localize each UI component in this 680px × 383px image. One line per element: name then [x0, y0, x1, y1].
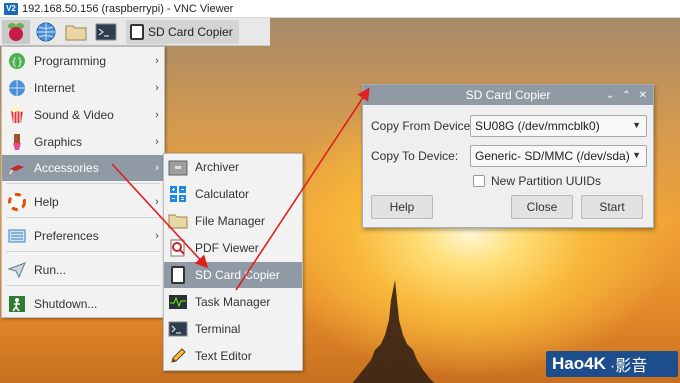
chevron-right-icon: › [155, 162, 159, 174]
chevron-right-icon: › [155, 109, 159, 121]
new-partition-checkbox[interactable] [473, 175, 485, 187]
menu-item-graphics[interactable]: Graphics › [2, 129, 164, 155]
settings-panel-icon [7, 226, 27, 246]
copy-from-dropdown[interactable]: SU08G (/dev/mmcblk0) ▼ [470, 115, 647, 137]
code-braces-icon: {} [7, 51, 27, 71]
dropdown-arrow-icon: ▼ [632, 150, 641, 160]
sd-card-icon [168, 265, 188, 285]
watermark-suffix: ·影音 [609, 358, 648, 375]
menu-divider [6, 251, 160, 252]
chevron-right-icon: › [155, 196, 159, 208]
accessories-submenu: Archiver Calculator File Manager PDF Vie… [163, 153, 303, 371]
raspberry-icon [8, 22, 24, 41]
close-icon[interactable]: ✕ [639, 90, 647, 101]
task-label: SD Card Copier [148, 24, 233, 39]
folder-icon [168, 211, 188, 231]
chevron-up-icon[interactable]: ⌃ [622, 90, 630, 101]
window-title: 192.168.50.156 (raspberrypi) - VNC Viewe… [22, 2, 234, 15]
menu-item-shutdown[interactable]: Shutdown... [2, 291, 164, 317]
menu-divider [6, 217, 160, 218]
dialog-titlebar[interactable]: SD Card Copier ⌄ ⌃ ✕ [363, 85, 653, 105]
menu-item-run[interactable]: Run... [2, 257, 164, 283]
new-partition-label: New Partition UUIDs [491, 174, 602, 188]
task-manager-icon [168, 292, 188, 312]
submenu-item-pdf-viewer[interactable]: PDF Viewer [164, 235, 302, 261]
help-button[interactable]: Help [371, 195, 433, 219]
pencil-icon [168, 346, 188, 366]
paper-plane-icon [7, 260, 27, 280]
copy-to-label: Copy To Device: [371, 149, 459, 163]
copy-from-label: Copy From Device: [371, 119, 474, 133]
close-button[interactable]: Close [511, 195, 573, 219]
dropdown-arrow-icon: ▼ [632, 120, 641, 130]
folder-icon [65, 25, 87, 40]
taskbar: SD Card Copier [0, 18, 270, 46]
copy-to-dropdown[interactable]: Generic- SD/MMC (/dev/sda) ▼ [470, 145, 647, 167]
pdf-viewer-icon [168, 238, 188, 258]
submenu-item-task-manager[interactable]: Task Manager [164, 289, 302, 315]
vnc-logo-icon: V2 [4, 2, 18, 15]
swiss-knife-icon [7, 158, 27, 178]
lifebuoy-icon [7, 192, 27, 212]
menu-item-sound-video[interactable]: Sound & Video › [2, 102, 164, 128]
pagoda-silhouette [352, 280, 435, 383]
submenu-item-archiver[interactable]: Archiver [164, 154, 302, 180]
chevron-right-icon: › [155, 136, 159, 148]
paintbrush-icon [7, 132, 27, 152]
terminal-icon [168, 319, 188, 339]
menu-divider [6, 183, 160, 184]
menu-item-help[interactable]: Help › [2, 189, 164, 215]
terminal-icon [95, 23, 117, 40]
submenu-item-text-editor[interactable]: Text Editor [164, 343, 302, 369]
submenu-item-file-manager[interactable]: File Manager [164, 208, 302, 234]
new-partition-row: New Partition UUIDs [473, 174, 601, 188]
sd-card-icon [130, 23, 144, 40]
file-manager-launcher[interactable] [62, 20, 90, 44]
archive-icon [168, 157, 188, 177]
chevron-right-icon: › [155, 55, 159, 67]
menu-divider [6, 285, 160, 286]
copy-to-value: Generic- SD/MMC (/dev/sda) [475, 149, 630, 163]
chevron-right-icon: › [155, 82, 159, 94]
sd-card-copier-dialog: SD Card Copier ⌄ ⌃ ✕ Copy From Device: S… [362, 84, 654, 228]
submenu-item-calculator[interactable]: Calculator [164, 181, 302, 207]
submenu-item-sd-card-copier[interactable]: SD Card Copier [164, 262, 302, 288]
watermark-logo: Hao4K ·影音 [546, 351, 678, 377]
copy-from-value: SU08G (/dev/mmcblk0) [475, 119, 600, 133]
vnc-titlebar: V2 192.168.50.156 (raspberrypi) - VNC Vi… [0, 0, 680, 18]
browser-launcher[interactable] [32, 20, 60, 44]
terminal-launcher[interactable] [92, 20, 120, 44]
exit-icon [7, 294, 27, 314]
submenu-item-terminal[interactable]: Terminal [164, 316, 302, 342]
menu-item-internet[interactable]: Internet › [2, 75, 164, 101]
main-menu: {} Programming › Internet › Sound & Video ›… [1, 46, 165, 318]
popcorn-icon [7, 105, 27, 125]
calculator-icon [168, 184, 188, 204]
watermark-brand: Hao4K [552, 354, 606, 373]
raspberry-menu-button[interactable] [2, 19, 30, 44]
start-button[interactable]: Start [581, 195, 643, 219]
dialog-title: SD Card Copier [465, 88, 551, 102]
taskbar-task-sd-card-copier[interactable]: SD Card Copier [126, 19, 239, 44]
svg-text:{}: {} [11, 57, 23, 68]
globe-icon [7, 78, 27, 98]
globe-icon [36, 22, 56, 41]
window-controls: ⌄ ⌃ ✕ [606, 85, 647, 105]
menu-item-preferences[interactable]: Preferences › [2, 223, 164, 249]
chevron-right-icon: › [155, 230, 159, 242]
chevron-down-icon[interactable]: ⌄ [606, 90, 614, 101]
menu-item-accessories[interactable]: Accessories › [2, 155, 164, 181]
menu-item-programming[interactable]: {} Programming › [2, 48, 164, 74]
